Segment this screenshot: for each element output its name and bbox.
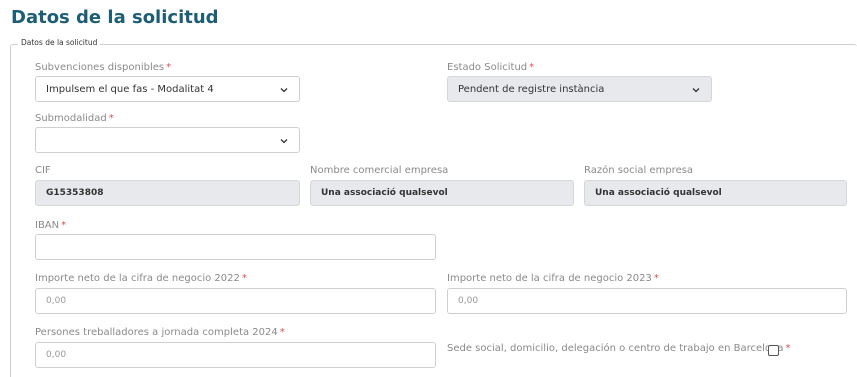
persones-label: Persones treballadores a jornada complet… xyxy=(35,327,285,338)
cif-value: G15353808 xyxy=(46,188,104,198)
estado-label: Estado Solicitud * xyxy=(447,62,535,73)
estado-value: Pendent de registre instància xyxy=(458,83,605,95)
sede-checkbox[interactable] xyxy=(768,345,779,356)
estado-select[interactable]: Pendent de registre instància xyxy=(447,76,712,102)
nombre-comercial-label: Nombre comercial empresa xyxy=(310,165,449,176)
cif-field: G15353808 xyxy=(35,180,300,206)
subvenciones-value: Impulsem el que fas - Modalitat 4 xyxy=(46,83,214,95)
importe-2023-placeholder: 0,00 xyxy=(458,296,479,306)
chevron-down-icon xyxy=(691,85,701,95)
sede-label: Sede social, domicilio, delegación o cen… xyxy=(447,343,791,354)
chevron-down-icon xyxy=(279,136,289,146)
cif-label: CIF xyxy=(35,165,51,176)
subvenciones-label: Subvenciones disponibles * xyxy=(35,62,172,73)
nombre-comercial-value: Una associació qualsevol xyxy=(321,188,448,198)
razon-social-label: Razón social empresa xyxy=(584,165,694,176)
chevron-down-icon xyxy=(279,85,289,95)
submodalidad-label: Submodalidad * xyxy=(35,113,114,124)
persones-input[interactable]: 0,00 xyxy=(35,342,436,368)
fieldset-legend: Datos de la solicitud xyxy=(18,38,101,47)
subvenciones-select[interactable]: Impulsem el que fas - Modalitat 4 xyxy=(35,76,300,102)
importe-2022-placeholder: 0,00 xyxy=(46,296,67,306)
importe-2023-label: Importe neto de la cifra de negocio 2023… xyxy=(447,273,659,284)
iban-label: IBAN * xyxy=(35,220,67,231)
page-title: Datos de la solicitud xyxy=(11,7,219,28)
persones-placeholder: 0,00 xyxy=(46,350,67,360)
razon-social-value: Una associació qualsevol xyxy=(595,188,722,198)
submodalidad-select[interactable] xyxy=(35,127,300,153)
razon-social-field: Una associació qualsevol xyxy=(584,180,847,206)
importe-2022-label: Importe neto de la cifra de negocio 2022… xyxy=(35,273,247,284)
iban-input[interactable] xyxy=(35,234,436,260)
nombre-comercial-field: Una associació qualsevol xyxy=(310,180,574,206)
importe-2023-input[interactable]: 0,00 xyxy=(447,288,847,314)
importe-2022-input[interactable]: 0,00 xyxy=(35,288,436,314)
